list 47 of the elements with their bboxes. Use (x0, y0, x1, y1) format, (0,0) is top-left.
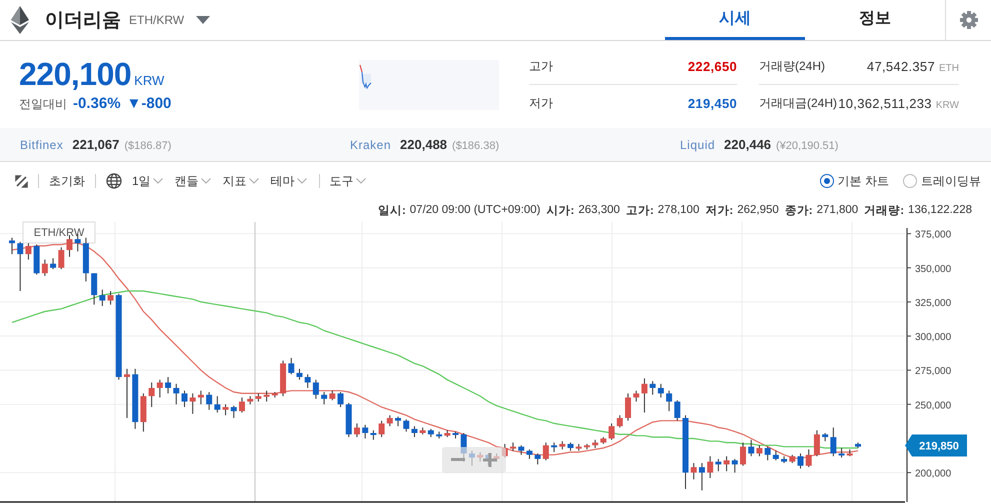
axis-label: 325,000 (915, 298, 952, 309)
price-tag: 219,850 (905, 434, 967, 456)
axis-label: 250,000 (915, 400, 952, 412)
info-label: 시가: (546, 204, 574, 218)
info-value: 07/20 09:00 (UTC+09:00) (410, 204, 541, 216)
exchange-price: 220,446 (724, 137, 772, 152)
exchange-name: Liquid (680, 138, 716, 152)
axis-label: 350,000 (915, 264, 952, 275)
axis-label: 300,000 (915, 332, 952, 344)
stat-value: 222,650 (688, 58, 737, 74)
change-percent: -0.36% (73, 95, 121, 112)
axis-label: 375,000 (915, 230, 952, 241)
info-value: 136,122.228 (908, 204, 972, 216)
info-label: 저가: (705, 204, 734, 218)
stat-label: 저가 (529, 94, 553, 112)
info-value: 278,100 (658, 204, 700, 216)
price-unit: KRW (134, 73, 164, 88)
coin-name: 이더리움 (45, 9, 121, 33)
axis-label: 200,000 (915, 468, 952, 480)
stat-unit: KRW (936, 100, 959, 110)
exchange-name: Kraken (350, 138, 392, 152)
info-value: 271,800 (816, 204, 858, 216)
pair-legend: ETH/KRW (22, 222, 96, 244)
info-label: 일시: (378, 204, 406, 218)
exchange-name: Bitfinex (20, 138, 64, 152)
info-label: 거래량: (864, 204, 904, 218)
converted-price: ($186.87) (124, 140, 172, 152)
current-price: 220,100 (19, 56, 132, 93)
info-value: 262,950 (737, 204, 779, 216)
stat-label: 고가 (529, 58, 553, 74)
stat-value: 10,362,511,233 (838, 96, 932, 110)
stat-unit: ETH (939, 62, 959, 74)
exchange-price: 221,067 (72, 137, 120, 152)
info-label: 종가: (784, 204, 813, 218)
stat-value: 47,542.357 (866, 58, 935, 74)
info-value: 263,300 (578, 204, 620, 216)
stat-label: 거래량(24H) (759, 58, 826, 74)
converted-price: (¥20,190.51) (776, 140, 838, 152)
stat-value: 219,450 (688, 96, 737, 110)
change-label: 전일대비 (19, 96, 67, 113)
exchange-price: 220,488 (400, 137, 448, 152)
axis-label: 275,000 (915, 366, 952, 378)
change-amount: ▼-800 (126, 95, 172, 112)
converted-price: ($186.38) (452, 140, 500, 152)
info-label: 고가: (626, 204, 654, 218)
stat-label: 거래대금(24H) (759, 94, 838, 112)
pair-label: ETH/KRW (129, 13, 184, 27)
